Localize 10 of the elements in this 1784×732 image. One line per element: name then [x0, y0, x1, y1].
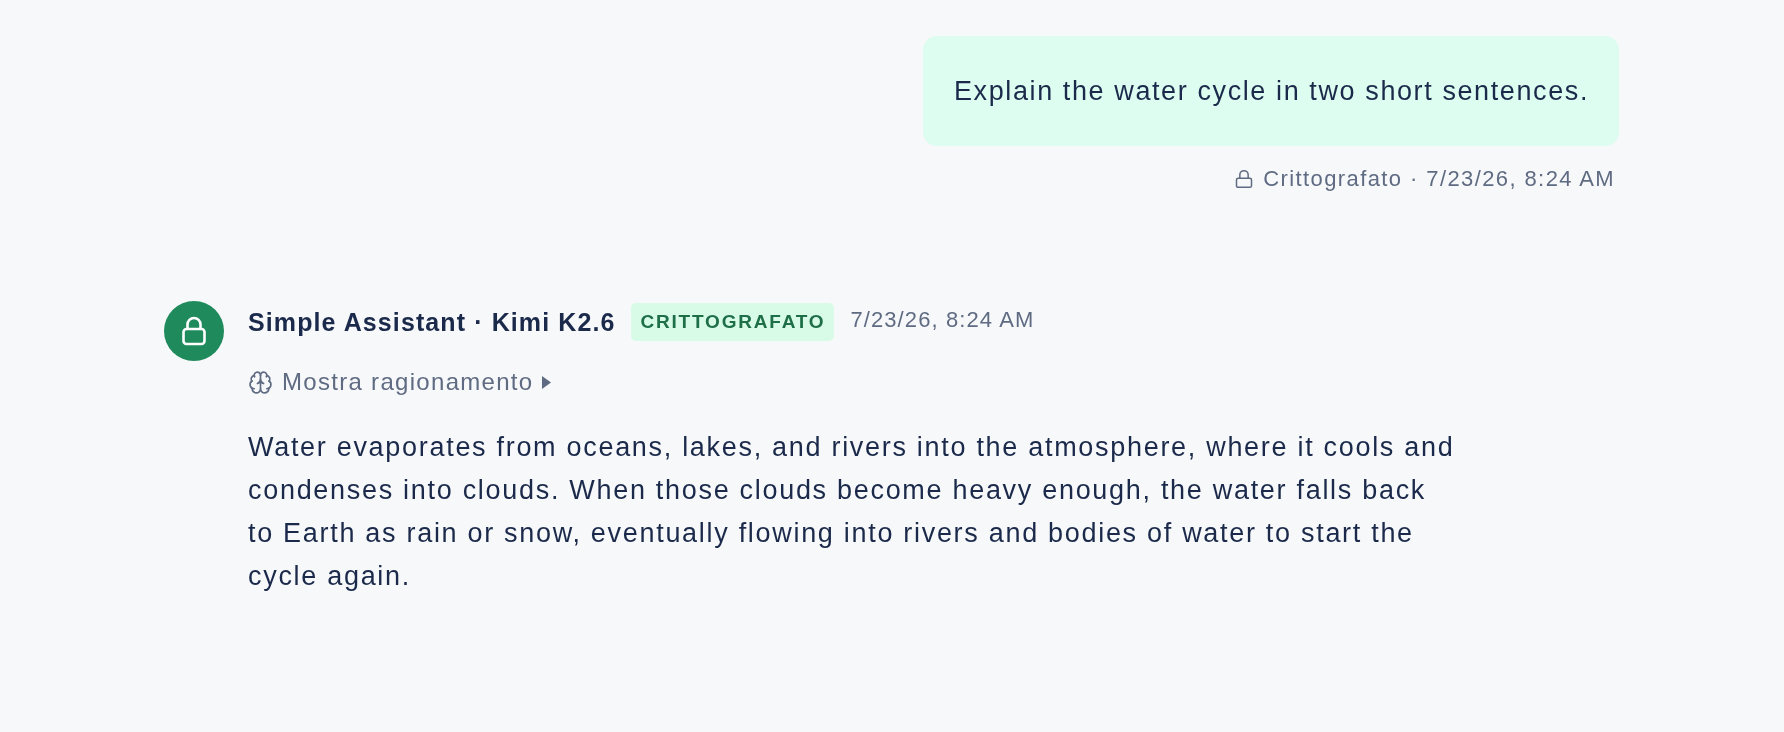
reasoning-toggle[interactable]: Mostra ragionamento [248, 368, 552, 396]
message-bubble: Explain the water cycle in two short sentences. [923, 36, 1619, 146]
sender-name: Simple Assistant · Kimi K2.6 [248, 307, 616, 337]
message-meta: Crittografato · 7/23/26, 8:24 AM [1263, 167, 1615, 191]
encryption-badge: CRITTOGRAFATO [631, 303, 835, 341]
lock-icon [1234, 169, 1255, 189]
message-timestamp: 7/23/26, 8:24 AM [850, 306, 1035, 334]
brain-icon [248, 369, 273, 395]
response-text: Water evaporates from oceans, lakes, and rivers into the atmosphere, where it cools and condenses into clouds. When those clouds become heavy enough, the water falls back to Earth as rain or snow, eventually flowing into rivers and bodies of water to start the cycle again. [248, 431, 1456, 593]
avatar-lock-icon [164, 301, 224, 361]
